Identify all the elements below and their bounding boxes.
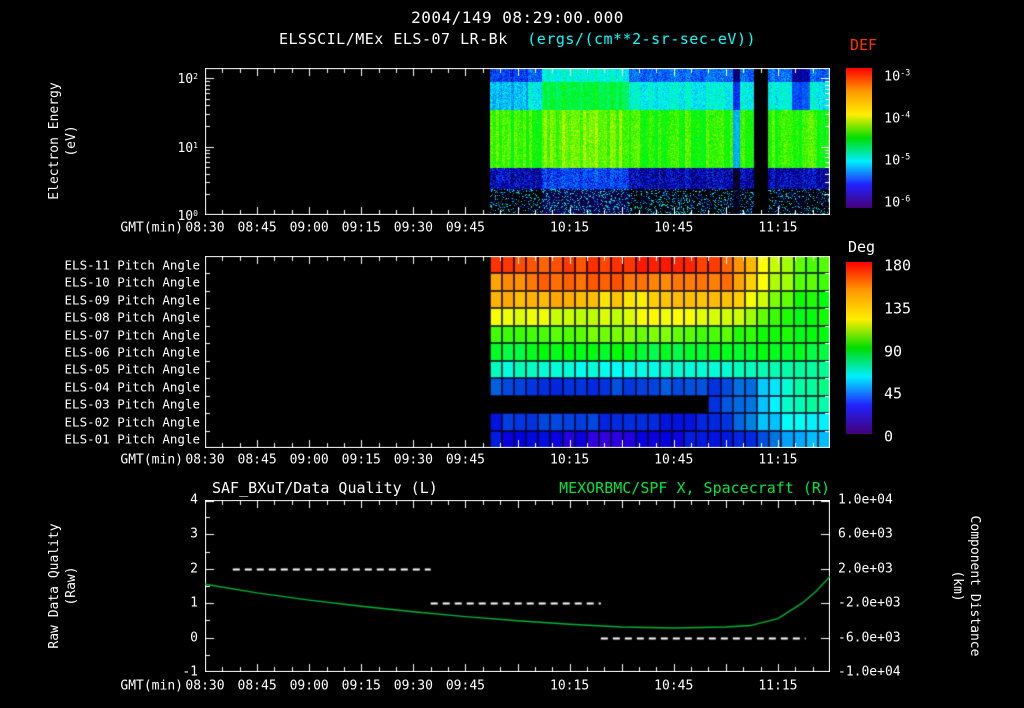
- y-tick-label: 4: [190, 492, 198, 508]
- colorbar-tick-label: 180: [884, 256, 912, 275]
- colorbar-tick-label: 90: [884, 342, 903, 360]
- colorbar2-label: Deg: [848, 238, 876, 256]
- x-tick-label: 09:30: [393, 220, 433, 236]
- pitch-row-label: ELS-02 Pitch Angle: [64, 414, 200, 430]
- pitch-row-label: ELS-05 Pitch Angle: [64, 361, 200, 377]
- x-tick-label: 09:00: [289, 452, 329, 468]
- y-tick-label: 3: [190, 526, 198, 542]
- x-tick-label: 10:15: [550, 452, 590, 468]
- raw-quality-axis-line1: Raw Data Quality: [47, 523, 62, 649]
- pitch-colorbar: [846, 262, 872, 434]
- y-tick-label: 101: [177, 140, 198, 156]
- raw-quality-axis-line2: (Raw): [64, 566, 79, 606]
- x-tick-label: 10:45: [654, 220, 694, 236]
- x-tick-label: 09:15: [341, 678, 381, 694]
- x-tick-label: 09:45: [445, 678, 485, 694]
- pitch-row-label: ELS-10 Pitch Angle: [64, 274, 200, 290]
- x-tick-label: 09:45: [445, 220, 485, 236]
- y-tick-label: 1: [190, 595, 198, 611]
- y-tick-label: 2: [190, 561, 198, 577]
- units-label: (ergs/(cm**2-sr-sec-eV)): [527, 30, 757, 48]
- colorbar-tick-label: 135: [884, 299, 912, 318]
- instrument-title: ELSSCIL/MEx ELS-07 LR-Bk: [278, 30, 508, 48]
- quality-right-title: MEXORBMC/SPF X, Spacecraft (R): [559, 479, 830, 497]
- quality-distance-plot: [205, 500, 830, 672]
- pitch-row-label: ELS-06 Pitch Angle: [64, 344, 200, 360]
- x-tick-label: 09:30: [393, 452, 433, 468]
- electron-energy-spectrogram: [205, 68, 830, 215]
- x-tick-label: 08:30: [185, 678, 225, 694]
- spectrogram-colorbar: [846, 68, 872, 208]
- colorbar-tick-label: 0: [884, 427, 894, 446]
- pitch-angle-panel: [205, 256, 830, 448]
- x-tick-label: 10:45: [654, 452, 694, 468]
- raw-quality-axis-label: Raw Data Quality (Raw): [46, 523, 80, 648]
- x-tick-label: 08:45: [237, 220, 277, 236]
- colorbar-tick-label: 10-6: [884, 193, 911, 211]
- y-tick-label: -2.0e+03: [838, 595, 901, 611]
- component-distance-axis-line1: Component Distance: [967, 515, 982, 657]
- pitch-row-label: ELS-11 Pitch Angle: [64, 257, 200, 273]
- component-distance-axis-label: Component Distance (km): [949, 516, 983, 657]
- colorbar-tick-label: 45: [884, 384, 903, 403]
- quality-left-title: SAF_BXuT/Data Quality (L): [212, 479, 438, 497]
- x-tick-label: 09:00: [289, 220, 329, 236]
- pitch-row-label: ELS-09 Pitch Angle: [64, 292, 200, 308]
- gmt-axis-label: GMT(min): [120, 452, 183, 468]
- x-tick-label: 08:45: [237, 452, 277, 468]
- y-tick-label: 6.0e+03: [838, 526, 893, 542]
- x-tick-label: 09:00: [289, 678, 329, 694]
- x-tick-label: 10:15: [550, 678, 590, 694]
- y-tick-label: 0: [190, 630, 198, 646]
- x-tick-label: 10:15: [550, 220, 590, 236]
- pitch-row-label: ELS-04 Pitch Angle: [64, 379, 200, 395]
- x-tick-label: 09:15: [341, 220, 381, 236]
- gmt-axis-label: GMT(min): [120, 678, 183, 694]
- colorbar1-label: DEF: [850, 36, 878, 54]
- electron-energy-axis-line2: (eV): [64, 125, 79, 157]
- electron-energy-axis-line1: Electron Energy: [47, 82, 62, 200]
- x-tick-label: 11:15: [758, 220, 798, 236]
- y-tick-label: -1.0e+04: [838, 664, 901, 680]
- y-tick-label: 102: [177, 71, 198, 88]
- x-tick-label: 11:15: [758, 452, 798, 468]
- y-tick-label: 100: [177, 208, 198, 225]
- pitch-row-label: ELS-08 Pitch Angle: [64, 309, 200, 325]
- electron-energy-axis-label: Electron Energy (eV): [46, 82, 80, 199]
- colorbar-tick-label: 10-5: [884, 151, 911, 169]
- x-tick-label: 08:45: [237, 678, 277, 694]
- y-tick-label: 2.0e+03: [838, 561, 893, 577]
- x-tick-label: 11:15: [758, 678, 798, 694]
- tplot-window: 2004/149 08:29:00.000 ELSSCIL/MEx ELS-07…: [0, 0, 1024, 708]
- pitch-row-label: ELS-03 Pitch Angle: [64, 396, 200, 412]
- x-tick-label: 08:30: [185, 452, 225, 468]
- pitch-row-label: ELS-01 Pitch Angle: [64, 431, 200, 447]
- pitch-row-label: ELS-07 Pitch Angle: [64, 327, 200, 343]
- page-title: 2004/149 08:29:00.000: [411, 8, 624, 27]
- y-tick-label: 1.0e+04: [838, 492, 893, 508]
- x-tick-label: 10:45: [654, 678, 694, 694]
- x-tick-label: 09:15: [341, 452, 381, 468]
- plot-title: ELSSCIL/MEx ELS-07 LR-Bk (ergs/(cm**2-sr…: [205, 30, 830, 48]
- colorbar-tick-label: 10-3: [884, 67, 911, 85]
- x-tick-label: 09:45: [445, 452, 485, 468]
- colorbar-tick-label: 10-4: [884, 109, 911, 127]
- y-tick-label: -1: [182, 664, 198, 680]
- y-tick-label: -6.0e+03: [838, 630, 901, 646]
- x-tick-label: 09:30: [393, 678, 433, 694]
- gmt-axis-label: GMT(min): [120, 220, 183, 236]
- component-distance-axis-line2: (km): [950, 570, 965, 602]
